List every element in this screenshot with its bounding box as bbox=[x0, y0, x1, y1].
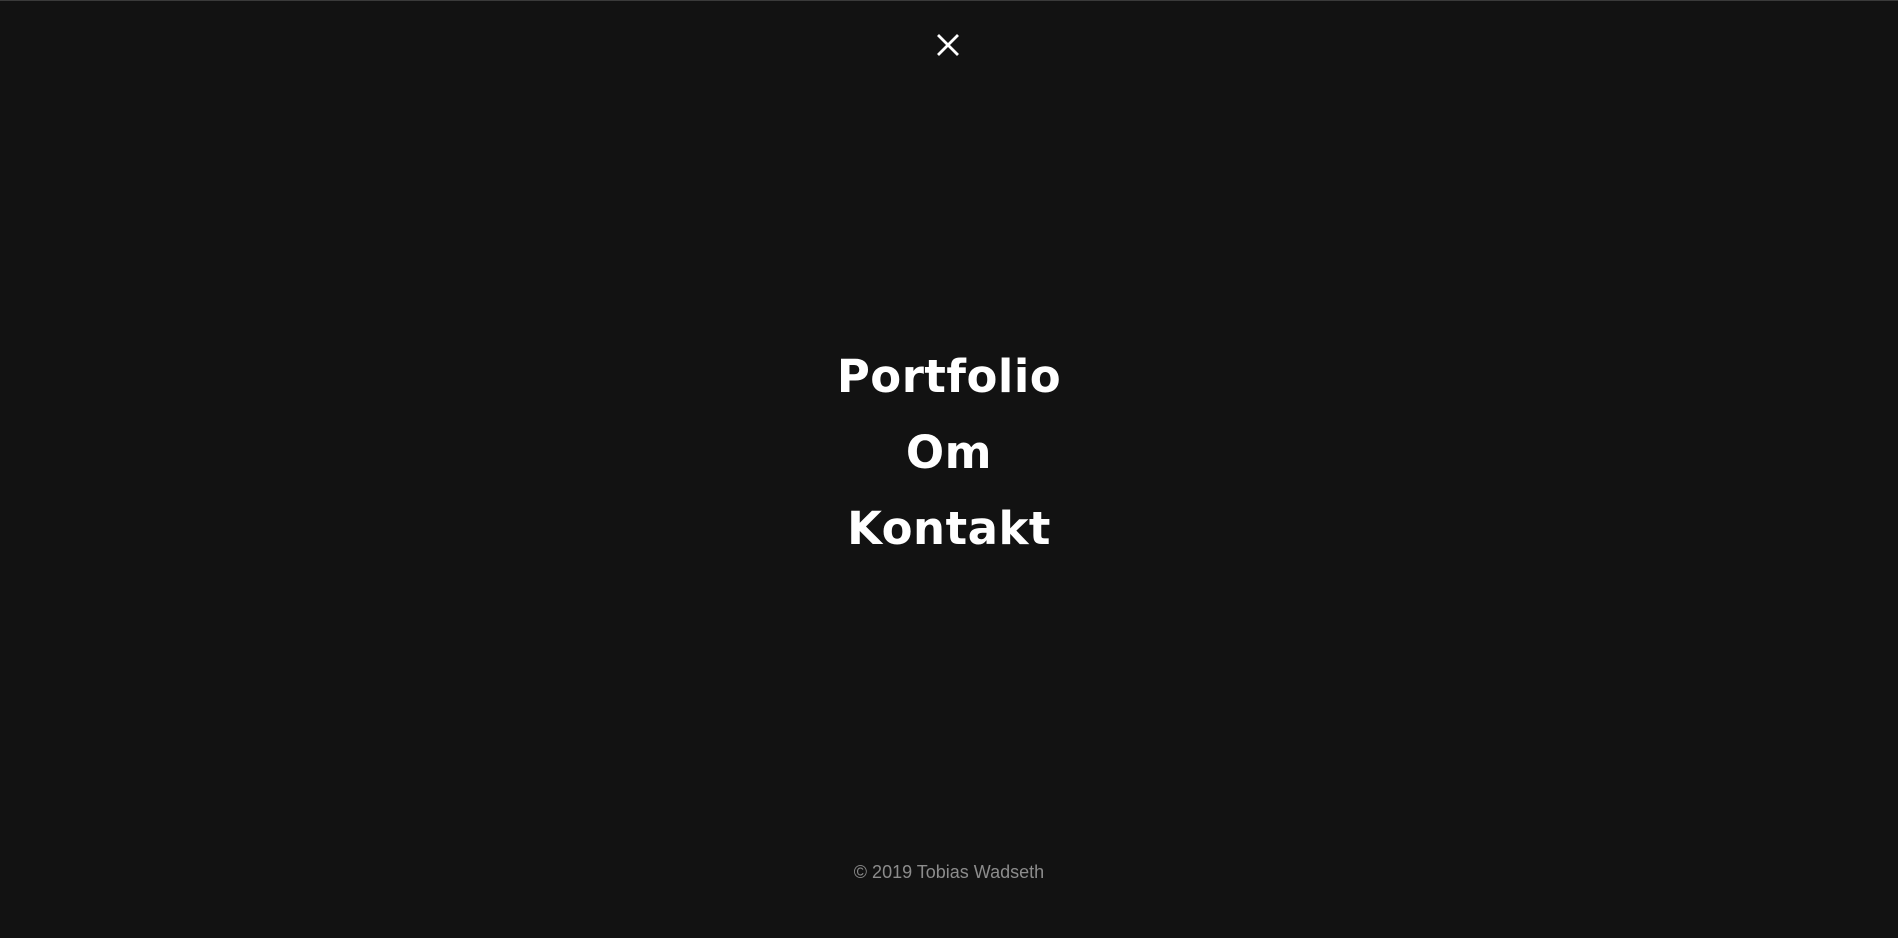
footer-copyright: © 2019 Tobias Wadseth bbox=[853, 862, 1045, 882]
top-divider bbox=[0, 0, 1898, 1]
menu-link-kontakt[interactable]: Kontakt bbox=[847, 502, 1051, 555]
menu-link-om[interactable]: Om bbox=[906, 426, 992, 479]
menu-item-om: Om bbox=[0, 415, 1898, 491]
close-icon bbox=[937, 34, 959, 56]
menu-item-kontakt: Kontakt bbox=[0, 491, 1898, 567]
close-menu-button[interactable] bbox=[933, 30, 963, 60]
menu-item-portfolio: Portfolio bbox=[0, 339, 1898, 415]
main-navigation-menu: Portfolio Om Kontakt bbox=[0, 339, 1898, 567]
menu-link-portfolio[interactable]: Portfolio bbox=[837, 350, 1061, 403]
